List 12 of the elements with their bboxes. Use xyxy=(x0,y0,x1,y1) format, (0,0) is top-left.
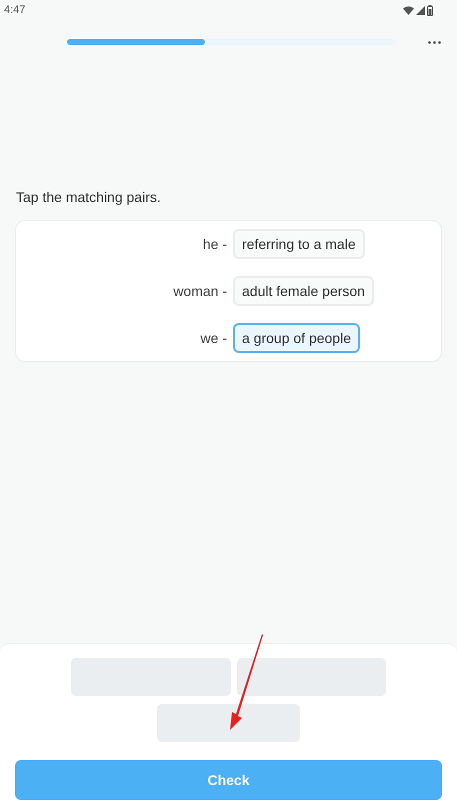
meaning-chip[interactable]: a group of people xyxy=(233,323,360,353)
battery-icon xyxy=(427,4,433,16)
meaning-chip[interactable]: referring to a male xyxy=(233,229,365,259)
more-icon[interactable] xyxy=(428,40,441,44)
pair-word: he - xyxy=(202,234,227,254)
pair-word: we - xyxy=(200,328,227,348)
meaning-chip[interactable]: adult female person xyxy=(233,276,374,306)
signal-icon xyxy=(416,6,425,14)
status-time: 4:47 xyxy=(4,2,26,18)
instruction-text: Tap the matching pairs. xyxy=(15,188,162,206)
wifi-icon xyxy=(403,6,414,14)
pair-word: woman - xyxy=(172,282,227,300)
